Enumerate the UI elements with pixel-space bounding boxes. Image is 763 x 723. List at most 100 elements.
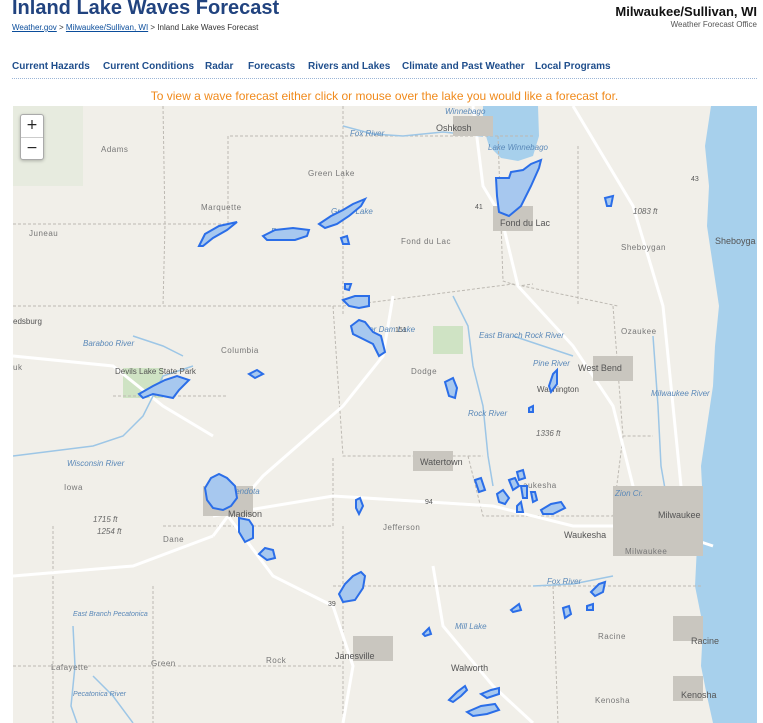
zoom-out-button[interactable]: − xyxy=(21,138,43,160)
label-waukesha-county: aukesha xyxy=(523,481,557,490)
label-racine-city: Racine xyxy=(691,636,719,646)
label-pecatonica-river: Pecatonica River xyxy=(73,691,127,698)
label-juneau: Juneau xyxy=(29,229,58,238)
label-racine-county: Racine xyxy=(598,632,626,641)
label-columbia: Columbia xyxy=(221,346,259,355)
lake-beaver[interactable] xyxy=(529,491,539,504)
lake-geneva[interactable] xyxy=(447,684,469,704)
label-zion-creek: Zion Cr. xyxy=(614,489,643,498)
lake-rock-small[interactable] xyxy=(355,496,365,517)
label-pine-river: Pine River xyxy=(533,359,570,368)
map-instructions: To view a wave forecast either click or … xyxy=(150,89,619,103)
office-name: Milwaukee/Sullivan, WI xyxy=(615,4,757,19)
lake-big-muskego[interactable] xyxy=(539,500,567,515)
label-mill-lake: Mill Lake xyxy=(455,622,487,631)
lake-eagle[interactable] xyxy=(586,602,594,611)
elevation-label: 1083 ft xyxy=(633,207,658,216)
label-walworth: Walworth xyxy=(451,663,488,673)
elevation-label: 1336 ft xyxy=(536,429,561,438)
route-label: 39 xyxy=(328,601,336,608)
elevation-label: 1254 ft xyxy=(97,527,122,536)
lake-pike[interactable] xyxy=(528,404,534,413)
label-madison: Madison xyxy=(228,509,262,519)
nav-local-programs[interactable]: Local Programs xyxy=(535,61,611,72)
label-sheboygan-county: Sheboygan xyxy=(621,243,666,252)
lake-monona[interactable] xyxy=(238,516,254,544)
label-sheboygan-city: Sheboyga xyxy=(715,236,756,246)
label-adams: Adams xyxy=(101,145,128,154)
lake-tichigan[interactable] xyxy=(561,604,573,620)
label-fond-du-lac-city: Fond du Lac xyxy=(500,218,551,228)
office-block: Milwaukee/Sullivan, WI Weather Forecast … xyxy=(615,4,757,29)
label-kenosha-county: Kenosha xyxy=(595,696,630,705)
label-dodge: Dodge xyxy=(411,367,437,376)
nav-current-hazards[interactable]: Current Hazards xyxy=(12,61,90,72)
lake-nagawicka[interactable] xyxy=(495,488,511,506)
label-fox-river-north: Fox River xyxy=(350,129,385,138)
route-label: 43 xyxy=(691,176,699,183)
page-title: Inland Lake Waves Forecast xyxy=(12,0,280,19)
label-west-bend: West Bend xyxy=(578,363,622,373)
lake-north[interactable] xyxy=(516,499,525,513)
urban-areas xyxy=(203,116,703,701)
label-lafayette: Lafayette xyxy=(51,663,88,672)
lake-wind[interactable] xyxy=(589,580,607,598)
forecast-lakes xyxy=(137,158,615,718)
nav-climate-and-past-weather[interactable]: Climate and Past Weather xyxy=(402,61,525,72)
lake-sinissippi[interactable] xyxy=(443,376,459,400)
lake-oconomowoc[interactable] xyxy=(473,476,487,494)
lake-lac-la-belle[interactable] xyxy=(519,485,528,499)
nav-radar[interactable]: Radar xyxy=(205,61,233,72)
page-header: Inland Lake Waves Forecast Weather.gov >… xyxy=(12,0,757,40)
lake-small-a[interactable] xyxy=(344,283,353,292)
park-area xyxy=(433,326,463,354)
lake-winnebago[interactable] xyxy=(494,158,543,218)
lake-como[interactable] xyxy=(464,702,501,718)
nav-current-conditions[interactable]: Current Conditions xyxy=(103,61,194,72)
breadcrumb-home-link[interactable]: Weather.gov xyxy=(12,23,57,32)
lake-pewaukee[interactable] xyxy=(507,476,521,492)
breadcrumb: Weather.gov > Milwaukee/Sullivan, WI > I… xyxy=(12,23,258,32)
breadcrumb-separator: > xyxy=(150,23,156,32)
label-marquette: Marquette xyxy=(201,203,242,212)
lake-small-fdl[interactable] xyxy=(339,234,351,245)
lake-map[interactable]: Adams Green Lake Marquette Juneau Fond d… xyxy=(13,106,757,723)
label-washington: Washington xyxy=(537,385,579,394)
label-dane: Dane xyxy=(163,535,184,544)
breadcrumb-separator: > xyxy=(59,23,64,32)
lake-mendota[interactable] xyxy=(203,472,239,512)
lake-puckaway[interactable] xyxy=(261,226,311,241)
zoom-in-button[interactable]: + xyxy=(21,115,43,138)
office-subtitle: Weather Forecast Office xyxy=(670,20,757,29)
county-lines xyxy=(13,106,703,723)
label-watertown: Watertown xyxy=(420,457,463,467)
nav-forecasts[interactable]: Forecasts xyxy=(248,61,295,72)
label-rock: Rock xyxy=(266,656,287,665)
lake-buffalo[interactable] xyxy=(197,221,238,247)
lake-whitewater[interactable] xyxy=(421,626,433,638)
elevation-label: 1715 ft xyxy=(93,515,118,524)
lake-okauchee[interactable] xyxy=(515,468,527,482)
label-fox-river-south: Fox River xyxy=(547,577,582,586)
lake-delavan[interactable] xyxy=(478,686,500,700)
lake-fox[interactable] xyxy=(341,295,370,310)
lake-park-small[interactable] xyxy=(247,368,265,380)
map-canvas: Adams Green Lake Marquette Juneau Fond d… xyxy=(13,106,757,723)
breadcrumb-office-link[interactable]: Milwaukee/Sullivan, WI xyxy=(66,23,148,32)
route-label: 41 xyxy=(475,204,483,211)
nav-rivers-and-lakes[interactable]: Rivers and Lakes xyxy=(308,61,390,72)
label-east-branch-pecatonica: East Branch Pecatonica xyxy=(73,611,148,618)
label-devils-lake: Devils Lake State Park xyxy=(115,367,197,376)
lake-fdl-east[interactable] xyxy=(603,194,615,207)
label-oshkosh: Oshkosh xyxy=(436,123,472,133)
breadcrumb-current: Inland Lake Waves Forecast xyxy=(157,23,259,32)
label-waukesha-city: Waukesha xyxy=(564,530,606,540)
label-east-branch-rock: East Branch Rock River xyxy=(479,331,564,340)
label-green: Green xyxy=(151,659,176,668)
route-label: 151 xyxy=(395,327,407,334)
route-label: 94 xyxy=(425,499,433,506)
label-janesville: Janesville xyxy=(335,651,375,661)
lake-michigan xyxy=(695,106,757,723)
label-milwaukee: Milwaukee xyxy=(658,510,701,520)
lake-pleasant[interactable] xyxy=(509,602,523,614)
